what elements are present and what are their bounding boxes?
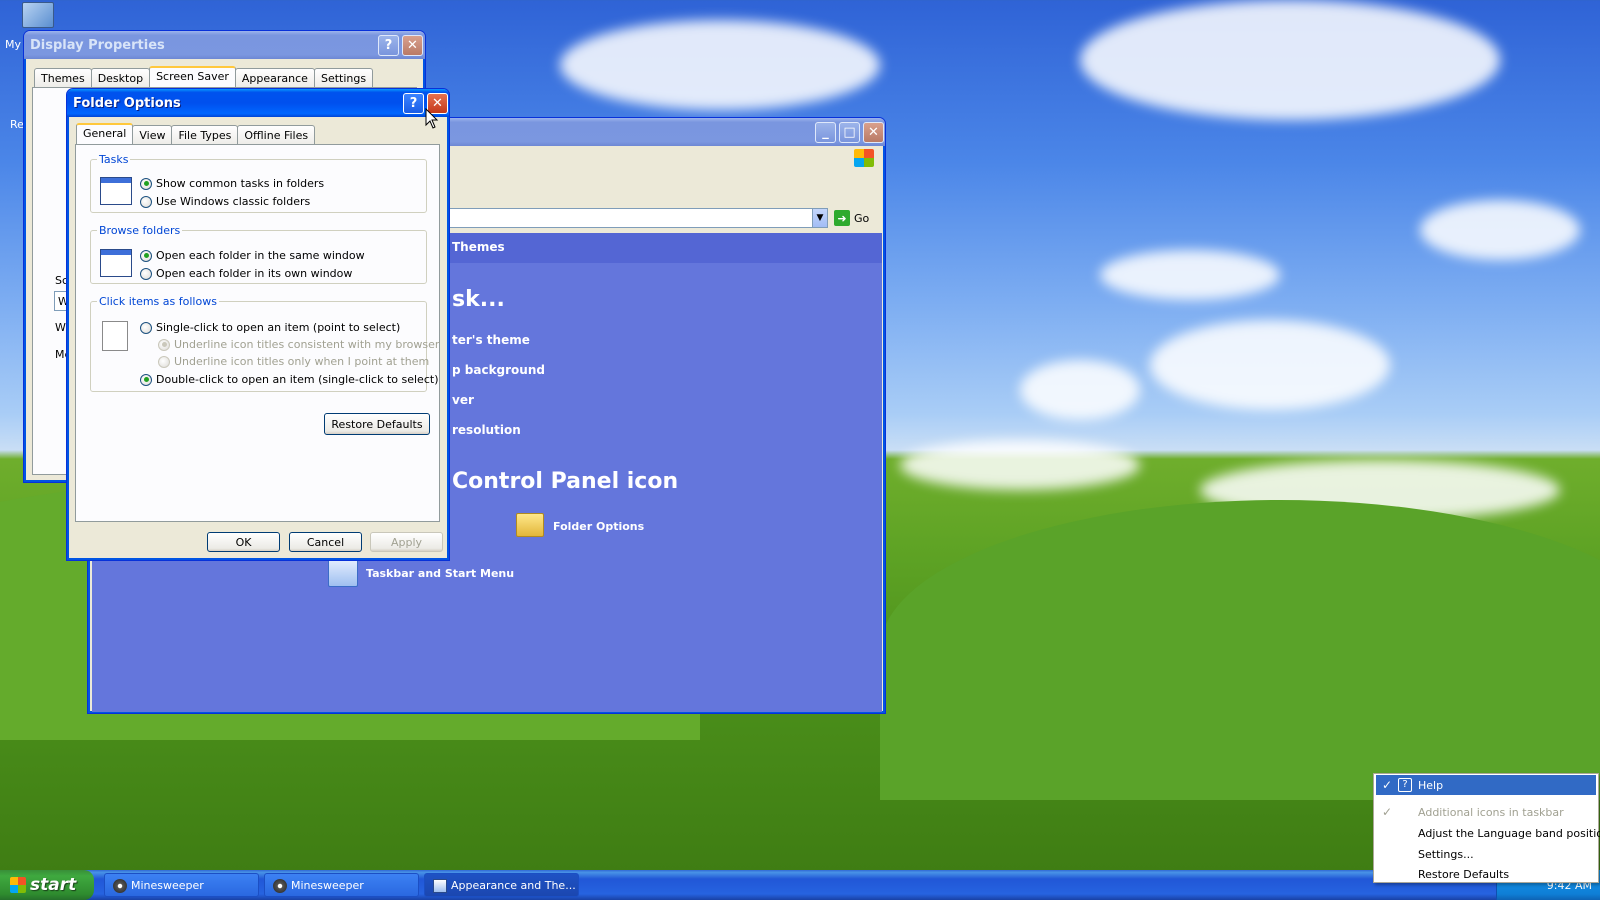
tasks-window-icon [100, 177, 132, 205]
taskbar-item-appearance[interactable]: Appearance and The... [424, 873, 579, 897]
menu-item-help[interactable]: ✓ ? Help [1376, 775, 1596, 795]
menu-item-settings[interactable]: Settings... [1376, 844, 1596, 864]
close-button[interactable]: ✕ [402, 35, 423, 56]
tab-file-types[interactable]: File Types [171, 125, 239, 146]
windows-logo-icon [854, 149, 874, 167]
radio-dot [158, 338, 170, 351]
tasks-legend: Tasks [99, 153, 129, 166]
taskbar-start-menu-link[interactable]: Taskbar and Start Menu [366, 567, 514, 580]
radio-dot [158, 355, 170, 368]
desktop-icon-label-re: Re [10, 118, 24, 131]
themes-header: Themes [452, 240, 505, 254]
minimize-button[interactable]: _ [815, 122, 836, 143]
folder-options-titlebar[interactable]: Folder Options [67, 89, 449, 117]
task-link-background[interactable]: p background [452, 363, 545, 377]
underline-on-point-radio[interactable]: Underline icon titles only when I point … [158, 355, 429, 368]
pointer-hand-icon [102, 321, 128, 351]
tab-general[interactable]: General [76, 123, 134, 144]
show-common-tasks-radio[interactable]: Show common tasks in folders [140, 177, 324, 190]
cancel-button[interactable]: Cancel [289, 532, 362, 552]
task-link-theme[interactable]: ter's theme [452, 333, 530, 347]
menu-item-adjust-language-band[interactable]: Adjust the Language band position [1376, 823, 1600, 843]
control-panel-icon [433, 879, 447, 893]
minesweeper-icon [113, 879, 127, 893]
double-click-radio[interactable]: Double-click to open an item (single-cli… [140, 373, 438, 386]
general-tab-panel: Tasks Show common tasks in folders Use W… [75, 144, 440, 522]
folder-options-title: Folder Options [73, 95, 181, 111]
display-properties-title: Display Properties [30, 37, 165, 53]
taskbar-context-menu: ✓ ? Help ✓ Additional icons in taskbar A… [1373, 773, 1600, 883]
fragment-w: W [55, 321, 66, 334]
browse-folders-legend: Browse folders [99, 224, 181, 237]
start-label: start [30, 875, 77, 895]
menu-item-restore-defaults[interactable]: Restore Defaults [1376, 865, 1596, 883]
taskbar-item-minesweeper-1[interactable]: Minesweeper [104, 873, 259, 897]
folder-options-dialog: Folder Options ? ✕ General View File Typ… [66, 88, 450, 561]
tab-view[interactable]: View [132, 125, 173, 146]
same-window-radio[interactable]: Open each folder in the same window [140, 249, 365, 262]
radio-dot [140, 249, 152, 262]
tab-screen-saver[interactable]: Screen Saver [149, 66, 236, 87]
windows-flag-icon [10, 877, 26, 893]
ok-button[interactable]: OK [207, 532, 280, 552]
radio-dot [140, 373, 152, 386]
underline-consistent-radio[interactable]: Underline icon titles consistent with my… [158, 338, 439, 351]
apply-button[interactable]: Apply [370, 532, 443, 552]
help-button[interactable]: ? [403, 93, 424, 114]
use-classic-folders-radio[interactable]: Use Windows classic folders [140, 195, 310, 208]
pick-task-heading: sk... [452, 287, 505, 312]
display-properties-titlebar[interactable]: Display Properties [24, 31, 425, 59]
taskbar: start Minesweeper Minesweeper Appearance… [0, 870, 1600, 900]
check-icon: ✓ [1382, 805, 1393, 819]
address-bar[interactable] [438, 208, 814, 228]
minesweeper-icon [273, 879, 287, 893]
control-panel-icon-heading: Control Panel icon [452, 469, 679, 494]
radio-dot [140, 267, 152, 280]
browse-window-icon [100, 249, 132, 277]
tab-offline-files[interactable]: Offline Files [237, 125, 316, 146]
help-icon: ? [1398, 778, 1412, 792]
tab-themes[interactable]: Themes [34, 68, 92, 89]
radio-dot [140, 321, 152, 334]
single-click-radio[interactable]: Single-click to open an item (point to s… [140, 321, 400, 334]
tab-settings[interactable]: Settings [313, 68, 374, 89]
mouse-cursor-icon [425, 108, 439, 129]
start-button[interactable]: start [0, 870, 94, 900]
restore-defaults-button[interactable]: Restore Defaults [324, 413, 430, 435]
check-icon: ✓ [1382, 778, 1393, 792]
taskbar-item-minesweeper-2[interactable]: Minesweeper [264, 873, 419, 897]
desktop-icon-label-my: My [5, 38, 22, 51]
maximize-button[interactable]: □ [839, 122, 860, 143]
go-arrow-icon: ➜ [834, 210, 850, 226]
taskbar-start-menu-icon[interactable] [328, 557, 358, 587]
my-computer-icon[interactable] [22, 2, 54, 28]
go-button[interactable]: ➜ Go [834, 208, 874, 228]
close-button[interactable]: ✕ [863, 122, 884, 143]
click-items-legend: Click items as follows [99, 295, 217, 308]
radio-dot [140, 195, 152, 208]
tab-desktop[interactable]: Desktop [90, 68, 151, 89]
address-dropdown-button[interactable]: ▼ [812, 208, 828, 228]
help-button[interactable]: ? [378, 35, 399, 56]
folder-options-link[interactable]: Folder Options [553, 520, 644, 533]
folder-options-icon[interactable] [516, 513, 544, 537]
own-window-radio[interactable]: Open each folder in its own window [140, 267, 352, 280]
task-link-resolution[interactable]: resolution [452, 423, 521, 437]
go-label: Go [854, 211, 870, 225]
radio-dot [140, 177, 152, 190]
task-link-screensaver[interactable]: ver [452, 393, 474, 407]
menu-item-additional-icons[interactable]: ✓ Additional icons in taskbar [1376, 802, 1596, 822]
tab-appearance[interactable]: Appearance [234, 68, 315, 89]
